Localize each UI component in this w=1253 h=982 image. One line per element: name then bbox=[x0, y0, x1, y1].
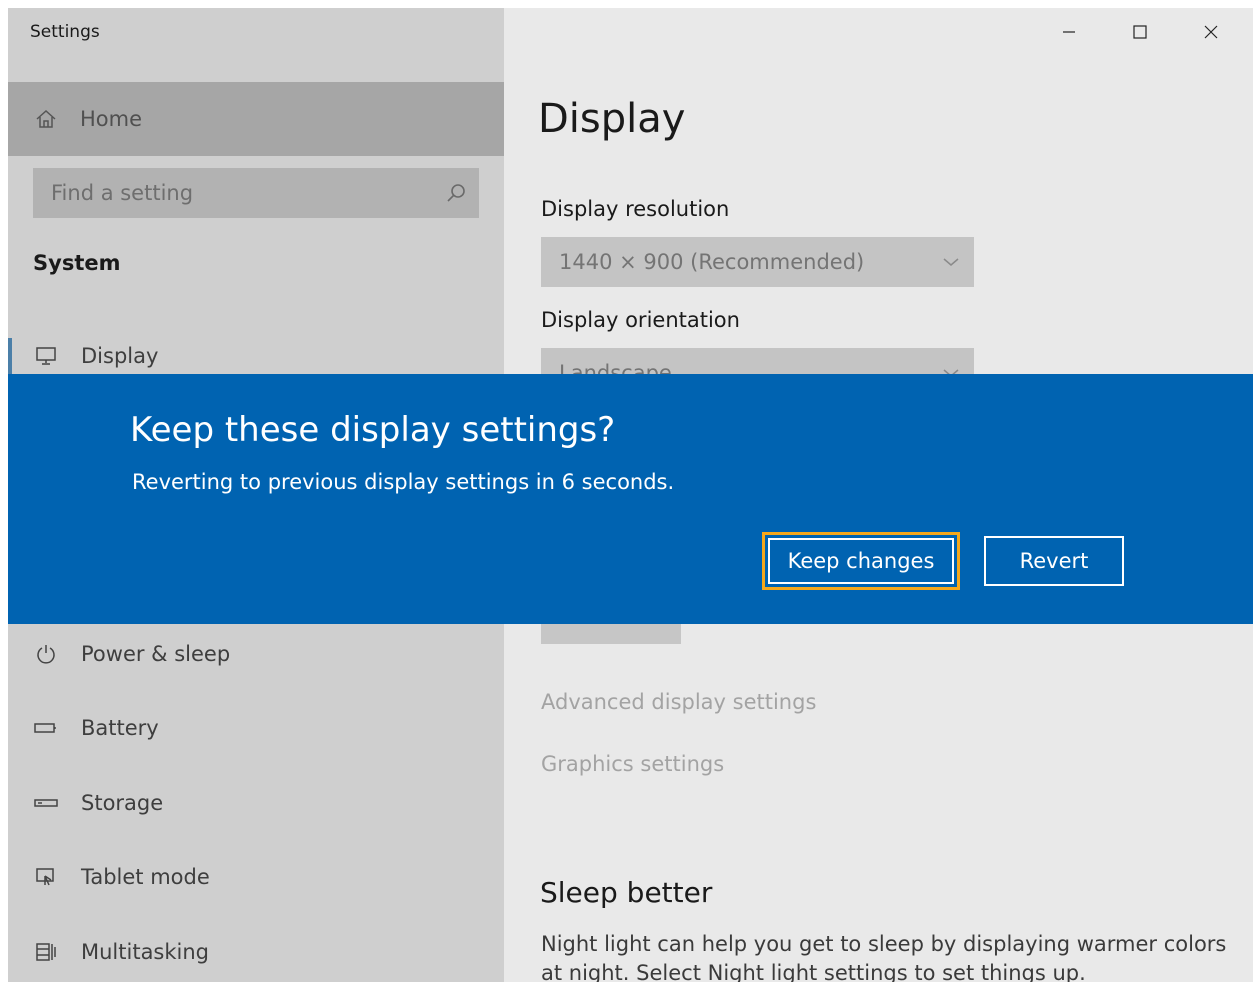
sidebar-item-tablet-mode[interactable]: Tablet mode bbox=[8, 847, 504, 907]
settings-window: Home Find a setting System Display Power… bbox=[8, 8, 1253, 982]
storage-icon bbox=[34, 797, 58, 809]
maximize-icon[interactable] bbox=[1117, 14, 1163, 50]
sidebar-item-label: Storage bbox=[81, 791, 164, 815]
battery-icon bbox=[34, 721, 58, 735]
power-icon bbox=[34, 643, 58, 665]
section-title-system: System bbox=[33, 251, 121, 275]
sidebar-item-label: Battery bbox=[81, 716, 159, 740]
sidebar-item-battery[interactable]: Battery bbox=[8, 698, 504, 758]
window-title: Settings bbox=[30, 22, 100, 42]
minimize-icon[interactable] bbox=[1046, 14, 1092, 50]
display-resolution-dropdown[interactable]: 1440 × 900 (Recommended) bbox=[541, 237, 974, 287]
multitasking-icon bbox=[34, 941, 58, 963]
sidebar-item-storage[interactable]: Storage bbox=[8, 773, 504, 833]
sidebar-item-label: Power & sleep bbox=[81, 642, 231, 666]
chevron-down-icon bbox=[942, 257, 960, 267]
monitor-icon bbox=[34, 346, 58, 366]
search-input[interactable]: Find a setting bbox=[33, 168, 479, 218]
sidebar-item-multitasking[interactable]: Multitasking bbox=[8, 922, 504, 982]
title-bar: Settings bbox=[8, 8, 1253, 58]
sidebar-item-home[interactable]: Home bbox=[8, 82, 504, 156]
dialog-message: Reverting to previous display settings i… bbox=[132, 470, 675, 494]
tablet-mode-icon bbox=[34, 866, 58, 888]
sidebar-item-label: Home bbox=[80, 107, 143, 131]
page-title: Display bbox=[538, 96, 686, 142]
keep-changes-button[interactable]: Keep changes bbox=[762, 532, 960, 590]
home-icon bbox=[34, 108, 58, 130]
dropdown-value: 1440 × 900 (Recommended) bbox=[559, 250, 865, 274]
graphics-settings-link[interactable]: Graphics settings bbox=[541, 752, 724, 776]
advanced-display-settings-link[interactable]: Advanced display settings bbox=[541, 690, 816, 714]
display-resolution-label: Display resolution bbox=[541, 197, 730, 221]
sleep-better-heading: Sleep better bbox=[540, 876, 713, 909]
sidebar-item-power-sleep[interactable]: Power & sleep bbox=[8, 624, 504, 684]
sleep-better-text: Night light can help you get to sleep by… bbox=[541, 932, 1227, 982]
sidebar-item-label: Display bbox=[81, 344, 159, 368]
detect-button[interactable] bbox=[541, 622, 681, 644]
sidebar-item-label: Tablet mode bbox=[81, 865, 210, 889]
revert-button[interactable]: Revert bbox=[984, 536, 1124, 586]
display-orientation-label: Display orientation bbox=[541, 308, 740, 332]
search-icon[interactable] bbox=[445, 182, 467, 204]
sidebar-item-label: Multitasking bbox=[81, 940, 210, 964]
keep-display-settings-dialog: Keep these display settings? Reverting t… bbox=[8, 374, 1253, 624]
close-icon[interactable] bbox=[1188, 14, 1234, 50]
dialog-title: Keep these display settings? bbox=[130, 410, 616, 450]
search-placeholder: Find a setting bbox=[51, 181, 194, 205]
